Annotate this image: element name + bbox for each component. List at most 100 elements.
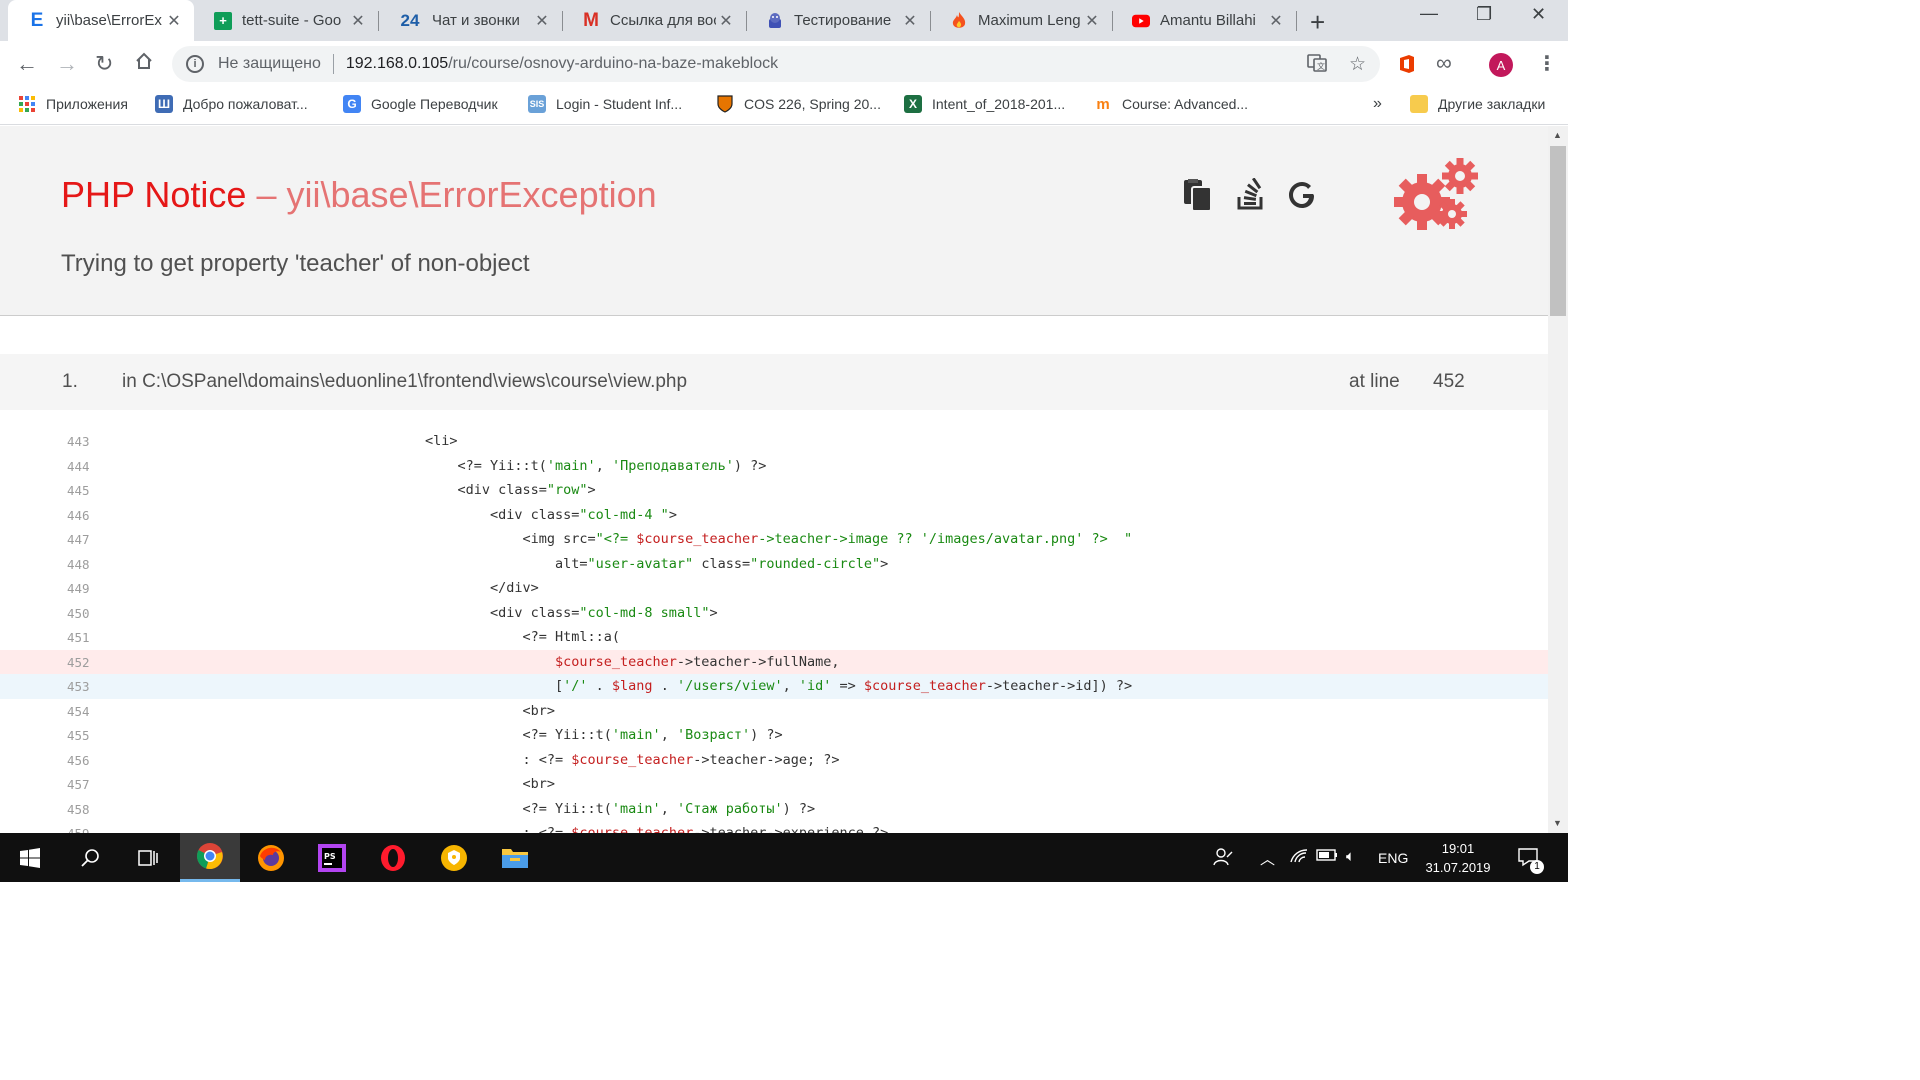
chevron-up-icon[interactable]: ︿ [1260, 848, 1275, 869]
code-token: <?= Yii::t( [522, 800, 612, 817]
code-token: . [652, 678, 677, 694]
close-tab-icon[interactable]: ✕ [348, 11, 368, 31]
close-tab-icon[interactable]: ✕ [164, 11, 184, 31]
tab-gmail[interactable]: M Ссылка для вос ✕ [562, 0, 747, 41]
student-info-icon: SIS [528, 95, 546, 113]
tab-testing[interactable]: Тестирование ✕ [746, 0, 931, 41]
translate-icon[interactable]: 文 [1307, 53, 1327, 79]
file-explorer-icon[interactable] [485, 833, 545, 882]
google-search-icon[interactable] [1286, 178, 1322, 214]
office-extension-icon[interactable] [1397, 54, 1417, 80]
infinity-extension-icon[interactable]: ∞ [1436, 50, 1452, 76]
line-number: 446 [67, 507, 90, 523]
code-token: <li> [425, 433, 458, 449]
code-token: ->teacher->fullName, [676, 653, 840, 670]
bookmark-intent[interactable]: X Intent_of_2018-201... [904, 95, 1065, 113]
code-token: class= [693, 555, 751, 572]
bookmark-welcome[interactable]: Ш Добро пожаловат... [155, 95, 308, 113]
language-indicator[interactable]: ENG [1378, 850, 1408, 866]
code-token: <?= Html::a( [522, 629, 621, 645]
tab-error[interactable]: E yii\base\ErrorEx ✕ [8, 0, 194, 41]
call-stack-item-header[interactable]: 1. in C:\OSPanel\domains\eduonline1\fron… [0, 354, 1548, 410]
close-tab-icon[interactable]: ✕ [716, 11, 736, 31]
phpstorm-icon[interactable]: PS [302, 833, 362, 882]
code-string: "user-avatar" [587, 555, 694, 572]
bookmark-star-icon[interactable]: ☆ [1349, 53, 1366, 79]
forward-arrow-icon[interactable]: → [56, 51, 78, 77]
svg-text:文: 文 [1317, 61, 1325, 71]
wifi-icon[interactable] [1289, 848, 1309, 868]
call-stack-number: 1. [62, 371, 78, 392]
vpn-shield-icon[interactable] [424, 833, 484, 882]
security-label[interactable]: Не защищено [218, 55, 321, 73]
scroll-down-arrow-icon[interactable]: ▼ [1553, 818, 1562, 828]
tab-title: Maximum Leng [978, 12, 1081, 29]
new-tab-plus-icon[interactable]: + [1310, 7, 1325, 38]
opera-icon[interactable] [363, 833, 423, 882]
page-content: PHP Notice – yii\base\ErrorException Try… [0, 126, 1548, 833]
code-text: ['/' . $lang . '/users/view', 'id' => $c… [555, 678, 1132, 694]
tab-chat[interactable]: 24 Чат и звонки ✕ [378, 0, 563, 41]
yii-error-favicon-icon: E [30, 9, 44, 31]
code-token: </div> [490, 580, 539, 596]
address-bar[interactable]: i Не защищено 192.168.0.105/ru/course/os… [172, 46, 1380, 82]
code-string: ->teacher->image ?? '/images/avatar.png'… [758, 531, 1133, 547]
home-icon[interactable] [134, 51, 154, 77]
restore-window-icon[interactable]: ❐ [1476, 4, 1492, 25]
page-scrollbar[interactable]: ▲ ▼ [1548, 126, 1568, 833]
close-tab-icon[interactable]: ✕ [900, 11, 920, 31]
code-string: 'id' [798, 678, 832, 694]
close-tab-icon[interactable]: ✕ [1266, 11, 1286, 31]
scrollbar-thumb[interactable] [1550, 146, 1566, 316]
tab-youtube[interactable]: Amantu Billahi ✕ [1112, 0, 1297, 41]
code-text: : <?= $course_teacher->teacher->age; ?> [523, 752, 840, 768]
url-path[interactable]: /ru/course/osnovy-arduino-na-baze-makebl… [448, 55, 778, 73]
minimize-icon[interactable]: — [1420, 3, 1438, 24]
battery-icon[interactable] [1316, 848, 1338, 866]
taskbar-clock[interactable]: 19:01 31.07.2019 [1420, 839, 1496, 877]
code-token: <div class= [457, 482, 547, 498]
code-string: 'Преподаватель' [611, 457, 734, 474]
profile-avatar[interactable]: A [1489, 53, 1513, 77]
scroll-up-arrow-icon[interactable]: ▲ [1553, 130, 1562, 140]
chrome-icon[interactable] [180, 833, 240, 882]
tab-title: Тестирование [794, 12, 892, 29]
close-window-icon[interactable]: ✕ [1531, 4, 1546, 25]
firefox-icon[interactable] [241, 833, 301, 882]
close-tab-icon[interactable]: ✕ [532, 11, 552, 31]
line-number: 447 [67, 532, 90, 547]
call-stack-file: in C:\OSPanel\domains\eduonline1\fronten… [122, 371, 688, 392]
clock-time: 19:01 [1441, 841, 1475, 856]
bookmarks-overflow-button[interactable]: » [1373, 95, 1382, 113]
task-view-icon[interactable] [118, 833, 178, 882]
tab-leetcode[interactable]: Maximum Leng ✕ [930, 0, 1113, 41]
line-number: 445 [67, 483, 90, 498]
volume-icon[interactable]: 🔈︎ [1346, 848, 1355, 865]
code-token: . [587, 678, 612, 694]
start-icon[interactable] [0, 833, 60, 882]
reload-icon[interactable]: ↻ [95, 51, 113, 77]
bookmark-other[interactable]: Другие закладки [1410, 95, 1545, 113]
bookmark-cos226[interactable]: COS 226, Spring 20... [716, 95, 881, 113]
code-text: <?= Yii::t('main', 'Возраст') ?> [523, 727, 783, 743]
copy-stacktrace-icon[interactable] [1181, 178, 1217, 214]
bookmark-student-info[interactable]: SIS Login - Student Inf... [528, 95, 682, 113]
tab-sheets[interactable]: + tett-suite - Goo ✕ [194, 0, 379, 41]
url-host[interactable]: 192.168.0.105 [346, 55, 448, 73]
code-string: 'main' [546, 457, 596, 474]
stackoverflow-icon[interactable] [1234, 177, 1270, 214]
info-icon[interactable]: i [186, 55, 204, 73]
search-icon[interactable] [60, 833, 120, 882]
code-line: 455 <?= Yii::t('main', 'Возраст') ?> [0, 723, 1548, 748]
bookmark-course[interactable]: m Course: Advanced... [1094, 95, 1248, 113]
more-menu-icon[interactable]: ⋮ [1537, 51, 1557, 76]
code-line: 447 <img src="<?= $course_teacher->teache… [0, 527, 1548, 552]
bookmark-translate[interactable]: G Google Переводчик [343, 95, 498, 113]
code-token: alt= [555, 555, 588, 572]
code-line: 457 <br> [0, 772, 1548, 797]
close-tab-icon[interactable]: ✕ [1082, 11, 1102, 31]
people-icon[interactable] [1213, 847, 1233, 871]
browser-toolbar: ← → ↻ i Не защищено 192.168.0.105/ru/cou… [0, 41, 1568, 87]
back-arrow-icon[interactable]: ← [16, 51, 38, 77]
bookmark-apps[interactable]: Приложения [18, 95, 128, 113]
